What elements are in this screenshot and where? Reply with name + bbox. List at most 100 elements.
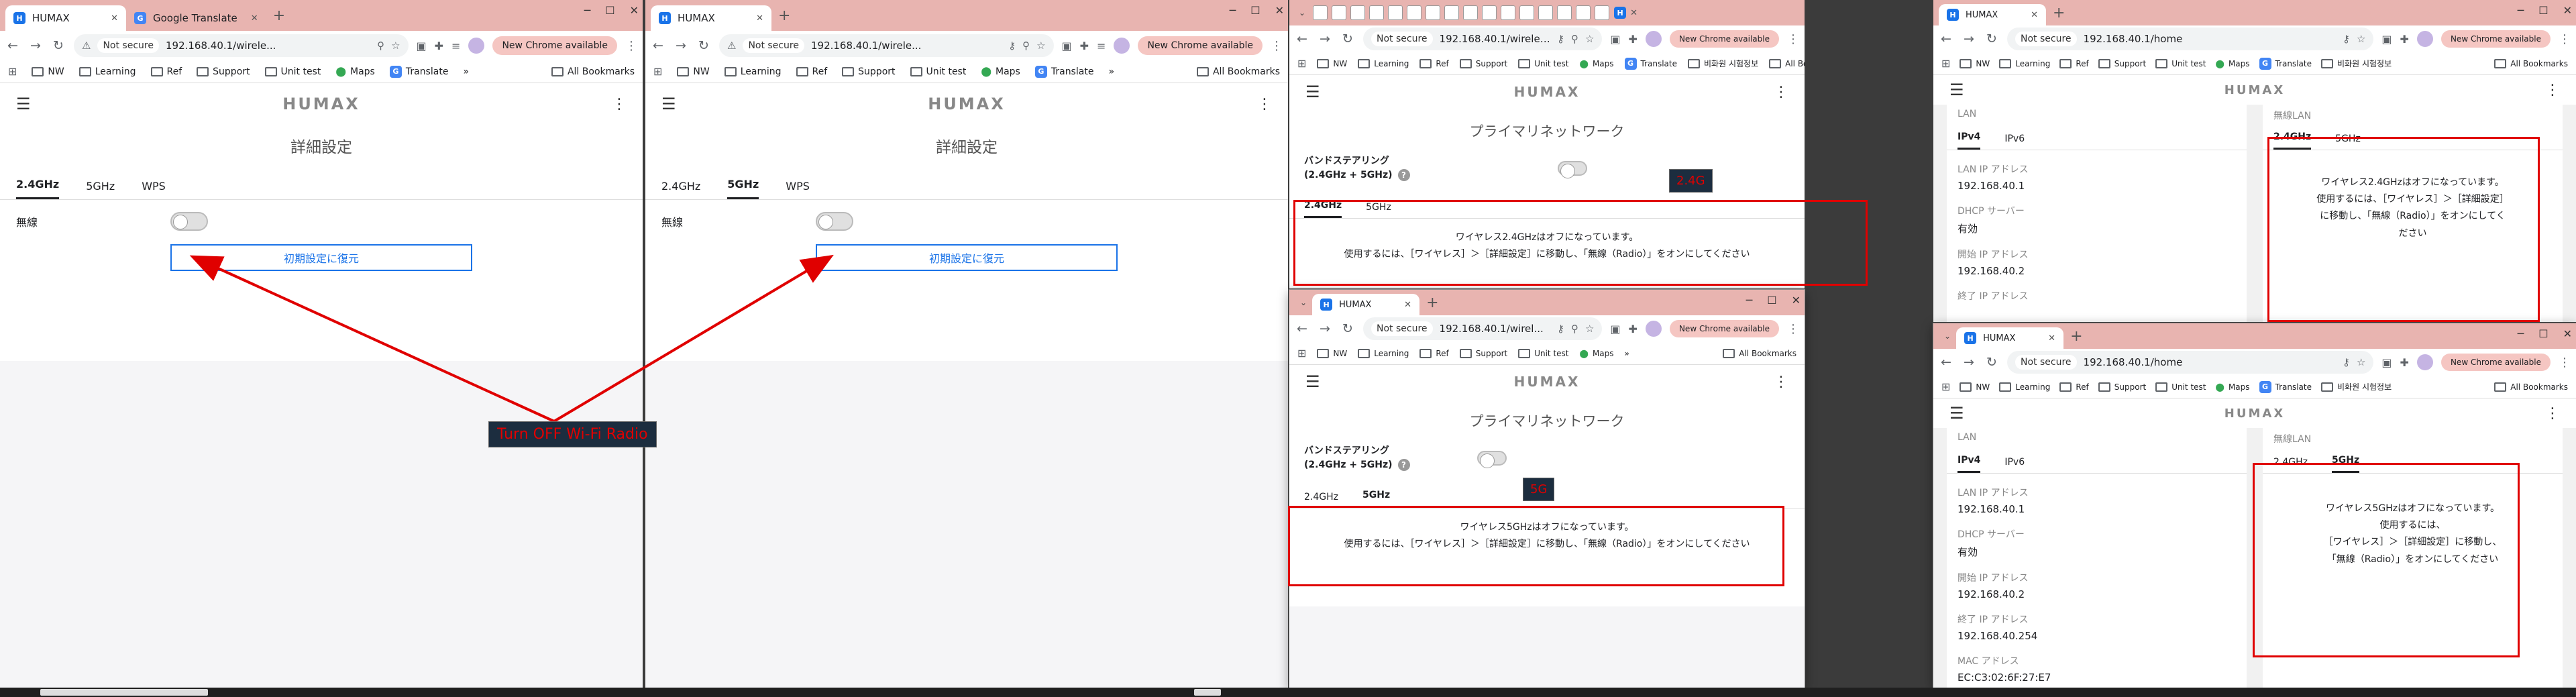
reload-icon[interactable]: ↻ — [1340, 32, 1355, 46]
tab-favicon-icon[interactable] — [1463, 5, 1479, 20]
bookmarks-overflow[interactable]: » — [463, 66, 469, 77]
tab-humax[interactable]: H HUMAX ✕ — [651, 5, 771, 31]
tab-ipv4[interactable]: IPv4 — [1957, 131, 1981, 150]
address-bar[interactable]: ⚠ Not secure 192.168.40.1/wirele... ⚷ ⚲ … — [719, 34, 1054, 57]
bookmark-maps[interactable]: ⬤ Maps — [2216, 59, 2250, 68]
bookmark-learning[interactable]: Learning — [1999, 382, 2050, 392]
all-bookmarks[interactable]: All Bookmarks — [1769, 58, 1805, 68]
more-menu-icon[interactable]: ⋮ — [2545, 405, 2560, 422]
bookmark-nw[interactable]: NW — [677, 66, 710, 77]
tab-favicon-icon[interactable] — [1576, 5, 1591, 20]
password-key-icon[interactable]: ⚷ — [1557, 323, 1564, 335]
bookmark-translate[interactable]: G Translate — [389, 65, 448, 78]
more-menu-icon[interactable]: ⋮ — [612, 96, 627, 113]
bookmark-learning[interactable]: Learning — [1358, 58, 1409, 68]
band-steering-toggle[interactable] — [1557, 161, 1587, 178]
taskbar-item[interactable] — [1194, 689, 1221, 696]
chrome-menu-icon[interactable]: ⋮ — [1787, 32, 1799, 46]
all-bookmarks[interactable]: All Bookmarks — [551, 66, 635, 77]
bookmarks-overflow[interactable]: » — [1625, 349, 1629, 358]
password-key-icon[interactable]: ⚷ — [2343, 356, 2350, 368]
forward-icon[interactable]: → — [1318, 32, 1332, 46]
help-icon[interactable]: ? — [1397, 459, 1410, 471]
close-tab-icon[interactable]: ✕ — [2048, 333, 2055, 343]
hamburger-menu-icon[interactable]: ☰ — [661, 95, 676, 113]
minimize-icon[interactable]: ─ — [2518, 327, 2524, 340]
tab-humax[interactable]: H HUMAX ✕ — [1956, 327, 2064, 349]
url-text[interactable]: 192.168.40.1/wirele... — [166, 40, 370, 52]
tab-ipv4[interactable]: IPv4 — [1957, 455, 1981, 473]
hamburger-menu-icon[interactable]: ☰ — [16, 95, 31, 113]
tab-5ghz[interactable]: 5GHz — [1362, 490, 1391, 508]
bookmark-unit-test[interactable]: Unit test — [2155, 58, 2206, 68]
url-text[interactable]: 192.168.40.1/home — [2084, 33, 2336, 45]
all-bookmarks[interactable]: All Bookmarks — [1723, 348, 1796, 358]
forward-icon[interactable]: → — [674, 38, 688, 53]
close-tab-icon[interactable]: ✕ — [251, 13, 258, 23]
apps-grid-icon[interactable]: ⊞ — [1941, 380, 1950, 393]
reload-icon[interactable]: ↻ — [1984, 32, 1999, 46]
reload-icon[interactable]: ↻ — [696, 38, 711, 53]
extension-icon[interactable]: ▣ — [417, 40, 427, 52]
wireless-toggle[interactable] — [170, 212, 208, 231]
bookmark-translate[interactable]: G Translate — [2259, 57, 2312, 70]
address-bar[interactable]: Not secure 192.168.40.1/home ⚷ ☆ — [2007, 351, 2374, 374]
close-window-icon[interactable]: ✕ — [2563, 4, 2572, 17]
close-window-icon[interactable]: ✕ — [1792, 294, 1801, 307]
password-key-icon[interactable]: ⚷ — [1557, 33, 1564, 45]
bookmark-support[interactable]: Support — [2098, 382, 2146, 392]
url-text[interactable]: 192.168.40.1/wirele... — [811, 40, 1002, 52]
minimize-icon[interactable]: ─ — [584, 4, 591, 17]
tab-humax[interactable]: H HUMAX ✕ — [5, 5, 126, 31]
tab-favicon-icon[interactable] — [1313, 5, 1328, 20]
bookmark-maps[interactable]: ⬤ Maps — [981, 66, 1020, 77]
avatar[interactable] — [2416, 354, 2433, 370]
bookmark-nw[interactable]: NW — [1317, 348, 1347, 358]
star-icon[interactable]: ☆ — [2357, 33, 2365, 45]
new-tab-icon[interactable]: + — [771, 7, 797, 24]
star-icon[interactable]: ☆ — [391, 40, 400, 52]
bookmark-learning[interactable]: Learning — [724, 66, 782, 77]
hamburger-menu-icon[interactable]: ☰ — [1305, 372, 1320, 391]
maximize-icon[interactable]: ☐ — [1250, 4, 1260, 17]
back-icon[interactable]: ← — [1939, 32, 1953, 46]
close-tab-icon[interactable]: ✕ — [1404, 300, 1411, 310]
bookmark-unit-test[interactable]: Unit test — [2155, 382, 2206, 392]
new-tab-icon[interactable]: + — [266, 7, 292, 24]
tab-2-4ghz[interactable]: 2.4GHz — [16, 178, 60, 199]
star-icon[interactable]: ☆ — [1585, 33, 1594, 45]
tab-2-4ghz[interactable]: 2.4GHz — [661, 180, 700, 199]
tab-favicon-icon[interactable] — [1407, 5, 1422, 20]
bookmark-maps[interactable]: ⬤ Maps — [335, 66, 375, 77]
bookmark-support[interactable]: Support — [1459, 58, 1507, 68]
bookmark-unit-test[interactable]: Unit test — [264, 66, 321, 77]
tab-favicon-icon[interactable] — [1482, 5, 1497, 20]
bookmark-learning[interactable]: Learning — [1999, 58, 2050, 68]
help-icon[interactable]: ? — [1397, 169, 1410, 181]
back-icon[interactable]: ← — [1295, 32, 1309, 46]
extensions-puzzle-icon[interactable]: ✚ — [1080, 40, 1089, 52]
bookmark-support[interactable]: Support — [197, 66, 250, 77]
star-icon[interactable]: ☆ — [1585, 323, 1594, 335]
address-bar[interactable]: Not secure 192.168.40.1/wirel... ⚷ ⚲ ☆ — [1363, 317, 1603, 340]
new-tab-icon[interactable]: + — [1419, 294, 1445, 311]
avatar[interactable] — [1114, 38, 1130, 54]
bookmark-maps[interactable]: ⬤ Maps — [1580, 59, 1614, 68]
all-bookmarks[interactable]: All Bookmarks — [1196, 66, 1280, 77]
not-secure-chip[interactable]: Not secure — [2015, 355, 2077, 370]
not-secure-chip[interactable]: Not secure — [2015, 32, 2077, 46]
bookmark-nw[interactable]: NW — [1960, 382, 1990, 392]
url-text[interactable]: 192.168.40.1/wirel... — [1440, 323, 1550, 335]
apps-grid-icon[interactable]: ⊞ — [1941, 57, 1950, 70]
url-text[interactable]: 192.168.40.1/wireless/primarywireless — [1440, 33, 1550, 45]
bookmark-nw[interactable]: NW — [32, 66, 64, 77]
not-secure-chip[interactable]: Not secure — [97, 38, 159, 53]
tab-wps[interactable]: WPS — [142, 180, 166, 199]
forward-icon[interactable]: → — [1318, 321, 1332, 336]
extensions-puzzle-icon[interactable]: ✚ — [435, 40, 443, 52]
extensions-puzzle-icon[interactable]: ✚ — [1629, 33, 1638, 46]
tab-favicon-icon[interactable] — [1369, 5, 1385, 20]
close-tab-icon[interactable]: ✕ — [2031, 10, 2038, 20]
extension-icon[interactable]: ▣ — [2381, 33, 2392, 46]
bookmark-ref[interactable]: Ref — [150, 66, 182, 77]
